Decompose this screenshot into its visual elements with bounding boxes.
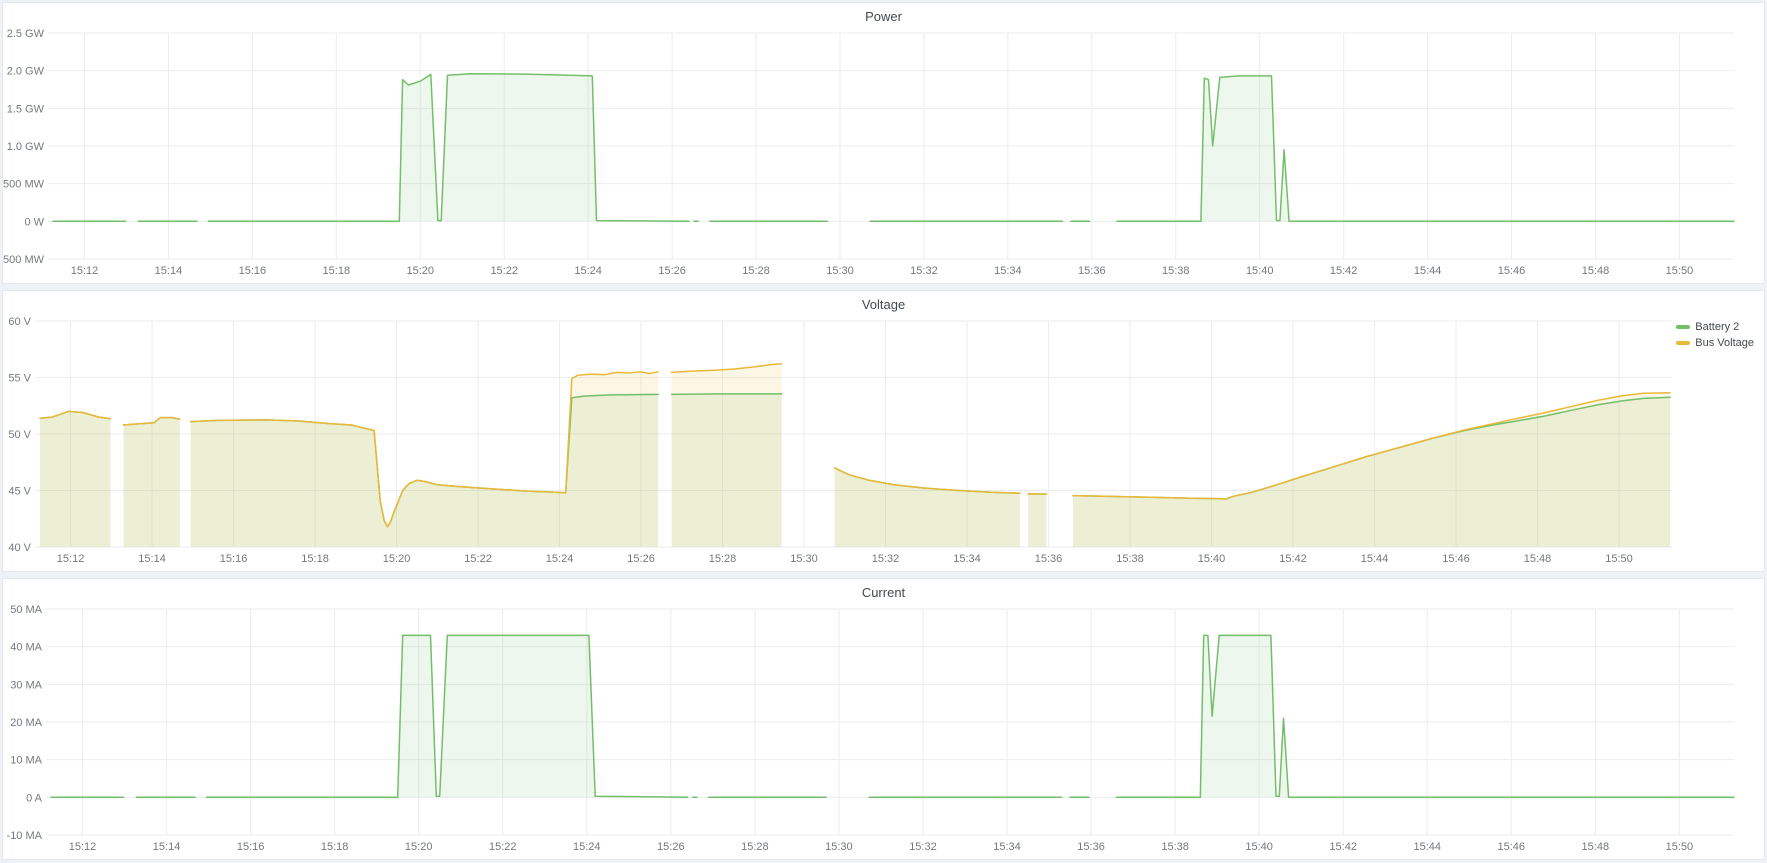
- voltage-panel-title: Voltage: [3, 297, 1764, 312]
- svg-text:15:48: 15:48: [1524, 553, 1552, 565]
- svg-text:15:34: 15:34: [993, 841, 1021, 853]
- svg-text:0 W: 0 W: [24, 216, 44, 228]
- svg-text:1.5 GW: 1.5 GW: [7, 103, 45, 115]
- svg-text:500 MW: 500 MW: [3, 179, 45, 191]
- svg-text:40 V: 40 V: [8, 542, 31, 554]
- svg-text:15:38: 15:38: [1161, 841, 1189, 853]
- current-panel: Current 50 MA 40 MA 30 MA 20 MA 10 MA 0 A -10 …: [2, 578, 1765, 860]
- svg-text:15:40: 15:40: [1245, 841, 1273, 853]
- svg-text:15:12: 15:12: [69, 841, 97, 853]
- legend-label-battery-2: Battery 2: [1695, 321, 1739, 333]
- svg-text:15:16: 15:16: [239, 265, 267, 277]
- svg-text:15:22: 15:22: [464, 553, 492, 565]
- svg-text:15:26: 15:26: [627, 553, 655, 565]
- svg-text:15:14: 15:14: [153, 841, 181, 853]
- svg-text:15:24: 15:24: [573, 841, 601, 853]
- svg-text:60 V: 60 V: [8, 316, 31, 328]
- svg-text:-10 MA: -10 MA: [7, 830, 43, 842]
- current-panel-title: Current: [3, 585, 1764, 600]
- svg-text:15:36: 15:36: [1035, 553, 1063, 565]
- svg-text:15:24: 15:24: [574, 265, 602, 277]
- voltage-panel: Voltage 60 V 55 V 50 V 45 V 40 V 15:12 15:14 15…: [2, 290, 1765, 572]
- svg-text:15:22: 15:22: [489, 841, 517, 853]
- svg-text:15:40: 15:40: [1246, 265, 1274, 277]
- svg-text:15:14: 15:14: [155, 265, 183, 277]
- svg-text:15:28: 15:28: [742, 265, 770, 277]
- svg-text:15:12: 15:12: [71, 265, 99, 277]
- svg-text:15:24: 15:24: [546, 553, 574, 565]
- svg-text:15:36: 15:36: [1078, 265, 1106, 277]
- power-panel: Power 2.5 GW 2.0 GW 1.5 GW 1.0 GW 500 MW 0 W -…: [2, 2, 1765, 284]
- svg-text:15:34: 15:34: [994, 265, 1022, 277]
- svg-text:45 V: 45 V: [8, 486, 31, 498]
- svg-text:15:26: 15:26: [657, 841, 685, 853]
- svg-text:30 MA: 30 MA: [10, 679, 42, 691]
- svg-text:15:50: 15:50: [1666, 265, 1694, 277]
- bus-voltage-series-swatch: [1676, 341, 1690, 345]
- legend-label-bus-voltage: Bus Voltage: [1695, 337, 1754, 349]
- svg-text:15:22: 15:22: [490, 265, 518, 277]
- svg-text:50 MA: 50 MA: [10, 604, 42, 616]
- svg-text:15:40: 15:40: [1198, 553, 1226, 565]
- svg-text:15:38: 15:38: [1116, 553, 1144, 565]
- svg-text:15:20: 15:20: [406, 265, 434, 277]
- battery-2-series-swatch: [1676, 325, 1690, 329]
- svg-text:15:16: 15:16: [220, 553, 248, 565]
- dashboard: Power 2.5 GW 2.0 GW 1.5 GW 1.0 GW 500 MW 0 W -…: [0, 0, 1767, 860]
- svg-text:15:48: 15:48: [1582, 841, 1610, 853]
- svg-text:15:28: 15:28: [709, 553, 737, 565]
- legend-item-battery-2[interactable]: Battery 2: [1676, 321, 1754, 333]
- svg-text:15:32: 15:32: [872, 553, 900, 565]
- svg-text:10 MA: 10 MA: [10, 755, 42, 767]
- power-chart-canvas[interactable]: 2.5 GW 2.0 GW 1.5 GW 1.0 GW 500 MW 0 W -500 MW…: [3, 3, 1764, 283]
- svg-text:15:16: 15:16: [237, 841, 265, 853]
- svg-text:15:48: 15:48: [1582, 265, 1610, 277]
- svg-text:-500 MW: -500 MW: [3, 254, 45, 266]
- power-panel-title: Power: [3, 9, 1764, 24]
- svg-text:15:30: 15:30: [825, 841, 853, 853]
- svg-text:15:18: 15:18: [323, 265, 351, 277]
- svg-text:15:42: 15:42: [1330, 265, 1358, 277]
- svg-text:1.0 GW: 1.0 GW: [7, 141, 45, 153]
- svg-text:15:34: 15:34: [953, 553, 981, 565]
- svg-text:15:44: 15:44: [1414, 265, 1442, 277]
- svg-text:15:26: 15:26: [658, 265, 686, 277]
- svg-text:15:18: 15:18: [321, 841, 349, 853]
- svg-text:2.0 GW: 2.0 GW: [7, 66, 45, 78]
- svg-text:40 MA: 40 MA: [10, 642, 42, 654]
- svg-text:15:46: 15:46: [1498, 265, 1526, 277]
- svg-text:15:46: 15:46: [1442, 553, 1470, 565]
- svg-text:0 A: 0 A: [26, 792, 43, 804]
- svg-text:15:42: 15:42: [1329, 841, 1357, 853]
- svg-text:15:50: 15:50: [1605, 553, 1633, 565]
- svg-text:15:46: 15:46: [1498, 841, 1526, 853]
- svg-text:15:20: 15:20: [383, 553, 411, 565]
- svg-text:15:44: 15:44: [1413, 841, 1441, 853]
- svg-text:15:28: 15:28: [741, 841, 769, 853]
- svg-text:15:42: 15:42: [1279, 553, 1307, 565]
- svg-text:2.5 GW: 2.5 GW: [7, 28, 45, 40]
- svg-text:15:30: 15:30: [790, 553, 818, 565]
- legend: Battery 2 Bus Voltage: [1676, 321, 1754, 349]
- legend-item-bus-voltage[interactable]: Bus Voltage: [1676, 337, 1754, 349]
- svg-text:15:12: 15:12: [57, 553, 85, 565]
- svg-text:15:44: 15:44: [1361, 553, 1389, 565]
- svg-text:20 MA: 20 MA: [10, 717, 42, 729]
- svg-text:15:20: 15:20: [405, 841, 433, 853]
- svg-text:15:32: 15:32: [910, 265, 938, 277]
- svg-text:15:36: 15:36: [1077, 841, 1105, 853]
- svg-text:15:14: 15:14: [138, 553, 166, 565]
- current-chart-canvas[interactable]: 50 MA 40 MA 30 MA 20 MA 10 MA 0 A -10 MA 15:12 1…: [3, 579, 1764, 859]
- voltage-chart-canvas[interactable]: 60 V 55 V 50 V 45 V 40 V 15:12 15:14 15:16 15:18…: [3, 291, 1764, 571]
- svg-text:55 V: 55 V: [8, 373, 31, 385]
- svg-text:15:50: 15:50: [1666, 841, 1694, 853]
- svg-text:15:30: 15:30: [826, 265, 854, 277]
- svg-text:50 V: 50 V: [8, 429, 31, 441]
- svg-text:15:38: 15:38: [1162, 265, 1190, 277]
- svg-text:15:18: 15:18: [301, 553, 329, 565]
- svg-text:15:32: 15:32: [909, 841, 937, 853]
